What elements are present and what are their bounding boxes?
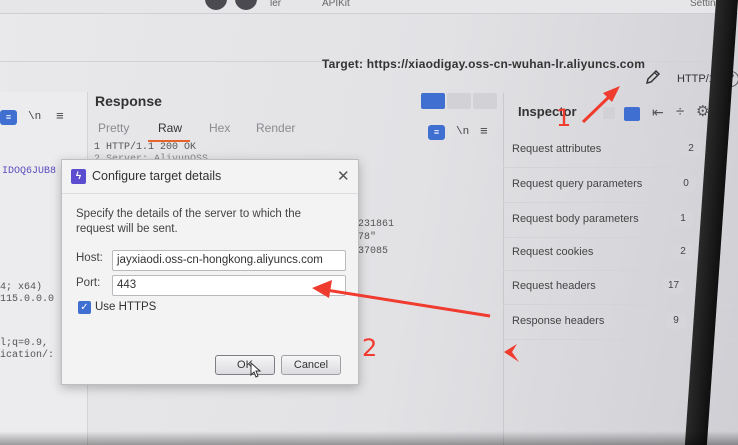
annotation-arrow-2 — [312, 280, 491, 318]
burp-window: ler APIKit Settings Target: https://xiao… — [0, 0, 738, 445]
annotation-mark — [504, 344, 519, 362]
monitor-shadow — [0, 431, 738, 445]
annotation-arrow-1 — [581, 86, 620, 124]
annotation-arrows — [312, 86, 620, 362]
